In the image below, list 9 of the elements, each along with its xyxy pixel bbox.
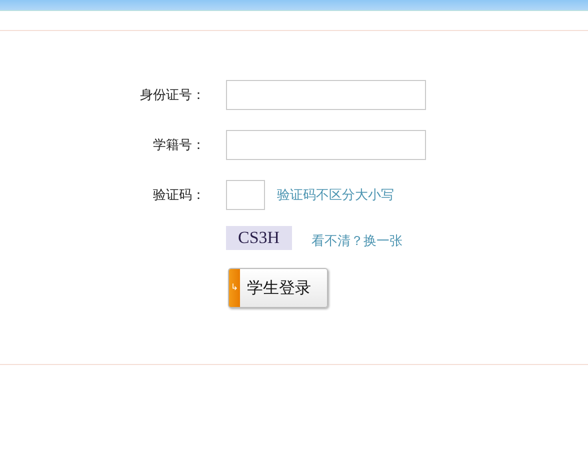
captcha-hint: 验证码不区分大小写 [277, 187, 394, 204]
captcha-image: CS3H [226, 226, 292, 250]
captcha-field[interactable] [226, 180, 265, 210]
field-label: 学籍号： [152, 137, 205, 154]
field-label: 验证码： [152, 187, 205, 204]
login-button[interactable]: ↳ 学生登录 [228, 268, 328, 308]
input-field[interactable] [226, 80, 426, 110]
input-field[interactable] [226, 130, 426, 160]
field-label: 身份证号： [139, 87, 205, 104]
